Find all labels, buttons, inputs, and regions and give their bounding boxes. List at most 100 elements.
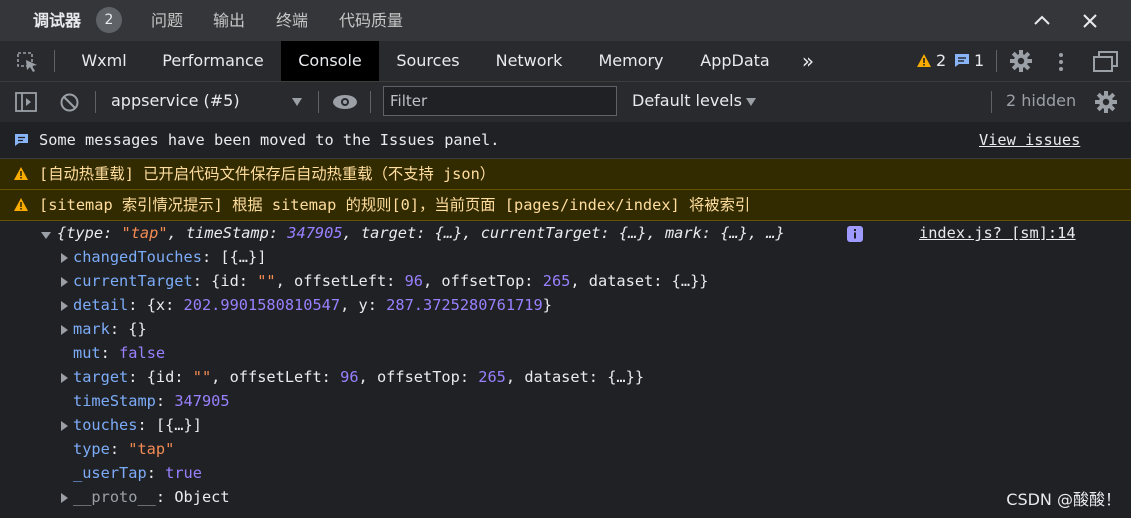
property-key: mut <box>73 344 101 362</box>
summary-key: target <box>360 224 417 242</box>
property-changedtouches[interactable]: changedTouches: [{…}] <box>73 248 266 266</box>
warning-icon <box>14 167 28 180</box>
levels-dropdown-arrow-icon[interactable] <box>745 97 757 107</box>
context-selector[interactable]: appservice (#5) <box>111 91 240 110</box>
filter-input[interactable] <box>384 87 616 115</box>
hot-reload-warning: [自动热重载] 已开启代码文件保存后自动热重载（不支持 json） <box>0 159 1131 190</box>
property-value: 265 <box>542 272 571 290</box>
debugger-count-badge: 2 <box>96 7 122 33</box>
tab-wxml[interactable]: Wxml <box>68 41 140 81</box>
toolbar-divider <box>991 91 992 113</box>
property-detail[interactable]: detail: {x: 202.9901580810547, y: 287.37… <box>73 296 552 314</box>
property-currenttarget[interactable]: currentTarget: {id: "", offsetLeft: 96, … <box>73 272 709 290</box>
property-value: 287.3725280761719 <box>386 296 543 314</box>
property-value: "" <box>257 272 276 290</box>
tab-debugger[interactable]: 调试器 <box>33 0 81 41</box>
levels-dropdown[interactable]: Default levels <box>632 91 742 110</box>
message-count[interactable]: 1 <box>974 51 984 70</box>
property-value: "tap" <box>128 440 175 458</box>
property-target[interactable]: target: {id: "", offsetLeft: 96, offsetT… <box>73 368 644 386</box>
property-text: {id: <box>211 272 258 290</box>
property-mark[interactable]: mark: {} <box>73 320 147 338</box>
property-value: 96 <box>340 368 359 386</box>
expand-arrow-icon[interactable] <box>61 493 68 503</box>
collapse-arrow-icon[interactable] <box>41 232 51 239</box>
property-value: [{…}] <box>155 416 202 434</box>
summary-tail: , …} <box>747 224 785 242</box>
summary-key: currentTarget <box>480 224 601 242</box>
info-message-text: Some messages have been moved to the Iss… <box>39 131 500 149</box>
summary-value: {…} <box>618 224 647 242</box>
summary-value: 347905 <box>287 224 343 242</box>
tab-console[interactable]: Console <box>281 41 379 81</box>
property-key: mark <box>73 320 110 338</box>
tab-network[interactable]: Network <box>483 41 575 81</box>
dropdown-arrow-icon[interactable] <box>291 97 303 107</box>
property-value: false <box>119 344 166 362</box>
dock-side-icon[interactable] <box>1093 50 1119 72</box>
property-key: target <box>73 368 129 386</box>
property-value: {} <box>128 320 147 338</box>
devtools-tab-bar: Wxml Performance Console Sources Network… <box>0 41 1131 82</box>
source-link[interactable]: index.js? [sm]:14 <box>919 224 1076 242</box>
property-text: , offsetTop: <box>423 272 543 290</box>
tab-code-quality[interactable]: 代码质量 <box>339 0 403 41</box>
property-touches[interactable]: touches: [{…}] <box>73 416 202 434</box>
tab-terminal[interactable]: 终端 <box>276 0 308 41</box>
eye-icon[interactable] <box>332 94 358 110</box>
property-mut: mut: false <box>73 344 166 362</box>
property-key: touches <box>73 416 138 434</box>
summary-value: "tap" <box>121 224 168 242</box>
property-key: _userTap <box>73 464 147 482</box>
more-options-icon[interactable] <box>1058 52 1064 72</box>
property-value: 96 <box>404 272 423 290</box>
sitemap-warning: [sitemap 索引情况提示] 根据 sitemap 的规则[0]，当前页面 … <box>0 190 1131 221</box>
view-issues-link[interactable]: View issues <box>979 122 1080 158</box>
property-value: 265 <box>478 368 506 386</box>
tab-memory[interactable]: Memory <box>587 41 675 81</box>
property-text: , y: <box>340 296 387 314</box>
expand-arrow-icon[interactable] <box>61 253 68 263</box>
property-value: Object <box>174 488 230 506</box>
summary-key: type <box>66 224 104 242</box>
property-timestamp: timeStamp: 347905 <box>73 392 230 410</box>
info-badge-icon[interactable] <box>847 226 863 242</box>
clear-console-icon[interactable] <box>59 92 80 113</box>
property-text: } <box>542 296 552 314</box>
info-message-icon <box>15 134 28 146</box>
property-key: timeStamp <box>73 392 156 410</box>
collapse-up-icon[interactable] <box>1033 13 1051 27</box>
property-value: 202.9901580810547 <box>183 296 341 314</box>
object-summary[interactable]: {type: "tap", timeStamp: 347905, target:… <box>57 224 785 242</box>
expand-arrow-icon[interactable] <box>61 277 68 287</box>
property-text: , dataset: {…}} <box>505 368 645 386</box>
property-text: {id: <box>146 368 193 386</box>
tab-problems[interactable]: 问题 <box>151 0 183 41</box>
expand-arrow-icon[interactable] <box>61 373 68 383</box>
expand-arrow-icon[interactable] <box>61 301 68 311</box>
property-text: , offsetLeft: <box>275 272 405 290</box>
more-tabs-button[interactable]: » <box>793 41 823 81</box>
tab-sources[interactable]: Sources <box>385 41 471 81</box>
console-settings-gear-icon[interactable] <box>1095 91 1117 113</box>
expand-arrow-icon[interactable] <box>61 325 68 335</box>
property-value: "" <box>192 368 212 386</box>
property-text: , offsetTop: <box>358 368 479 386</box>
property-key: changedTouches <box>73 248 202 266</box>
property-proto[interactable]: __proto__: Object <box>73 488 230 506</box>
tab-performance[interactable]: Performance <box>151 41 275 81</box>
summary-brace: { <box>57 224 67 242</box>
tab-output[interactable]: 输出 <box>213 0 245 41</box>
warning-count[interactable]: 2 <box>936 51 946 70</box>
close-icon[interactable] <box>1081 12 1099 30</box>
property-value: true <box>165 464 202 482</box>
property-key: currentTarget <box>73 272 193 290</box>
property-key: type <box>73 440 110 458</box>
tab-appdata[interactable]: AppData <box>689 41 781 81</box>
expand-arrow-icon[interactable] <box>61 421 68 431</box>
filter-box <box>383 86 617 116</box>
sidebar-toggle-icon[interactable] <box>15 92 37 112</box>
inspect-element-icon[interactable] <box>17 52 39 72</box>
warning-icon <box>917 54 931 67</box>
gear-icon[interactable] <box>1010 50 1032 72</box>
